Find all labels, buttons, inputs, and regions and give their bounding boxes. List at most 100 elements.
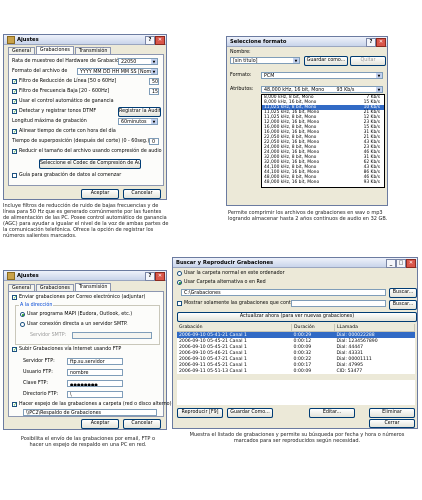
low-freq-filter-checkbox[interactable]: ✓ Filtro de Frecuencia Baja [20 - 600Hz]: [12, 89, 109, 95]
column-recording[interactable]: Grabación: [177, 324, 292, 332]
compress-checkbox[interactable]: ✓ Reducir el tamaño del archivo usando co…: [12, 149, 162, 155]
minimize-button[interactable]: _: [386, 259, 396, 268]
play-button[interactable]: Reproducir [F9]: [177, 408, 223, 418]
compress-label: Reducir el tamaño del archivo usando com…: [19, 149, 162, 154]
select-codec-button[interactable]: Seleccione el Codec de Compresión de Aud…: [39, 159, 141, 169]
radio-icon: [20, 322, 25, 327]
normal-folder-label: Usar la carpeta normal en este ordenador: [184, 271, 285, 276]
format-option-bitrate: 93 Kb/s: [363, 180, 380, 185]
file-format-select[interactable]: YYYY MM DD HH MM SS [Nombre: [77, 68, 158, 75]
caption-recordings-settings: Incluye filtros de reducción de ruido de…: [3, 203, 169, 239]
mirror-checkbox[interactable]: ✓ Hacer espejo de las grabaciones a carpe…: [12, 402, 172, 408]
attributes-select[interactable]: 48,000 kHz, 16 bit, Mono 93 Kb/s: [261, 86, 383, 93]
column-call[interactable]: LLamada: [334, 324, 415, 332]
ftp-server-label: Servidor FTP:: [23, 359, 55, 364]
column-duration[interactable]: Duración: [291, 324, 335, 332]
search-button[interactable]: Buscar...: [389, 300, 417, 310]
guide-checkbox[interactable]: Guía para grabación de datos al comenzar: [12, 173, 121, 178]
smtp-server-input[interactable]: [72, 332, 152, 339]
address-group: A la dirección Usar programa MAPI (Eudor…: [15, 303, 160, 345]
save-as-button[interactable]: Guardar Como...: [227, 408, 273, 418]
normal-folder-radio[interactable]: Usar la carpeta normal en este ordenador: [177, 271, 285, 276]
smtp-server-label: Servidor SMTP:: [30, 333, 67, 338]
folder-path-input[interactable]: C:\Grabaciones: [181, 289, 386, 296]
filter-input[interactable]: [291, 300, 386, 307]
accept-button[interactable]: Aceptar: [81, 419, 119, 429]
accept-button[interactable]: Aceptar: [81, 189, 119, 199]
checkmark-icon: ✓: [12, 347, 18, 353]
close-button[interactable]: ✕: [406, 259, 416, 268]
radio-selected-icon: [177, 280, 182, 285]
remove-button[interactable]: Quitar: [350, 56, 386, 66]
window-title: Ajustes: [17, 36, 39, 43]
window-title: Seleccione formato: [230, 38, 287, 45]
cancel-button[interactable]: Cancelar: [123, 189, 161, 199]
smtp-label: Usar conexión directa a un servidor SMTP…: [27, 322, 128, 327]
format-select[interactable]: PCM: [261, 72, 383, 79]
call-cell: CID: 53477: [336, 368, 363, 374]
ftp-user-input[interactable]: nombre: [67, 369, 123, 376]
name-label: Nombre:: [230, 50, 251, 55]
checkmark-icon: ✓: [12, 79, 18, 85]
save-as-button[interactable]: Guardar como...: [304, 56, 348, 66]
checkmark-icon: ✓: [12, 109, 18, 115]
overlap-input[interactable]: 0: [149, 138, 159, 145]
alternate-folder-radio[interactable]: Usar Carpeta alternativa o en Red: [177, 280, 266, 285]
maximize-button[interactable]: □: [396, 259, 406, 268]
max-length-select[interactable]: 60minutos: [118, 118, 158, 125]
title-bar: Buscar y Reproducir Grabaciones _ □ ✕: [173, 258, 417, 268]
ftp-directory-input[interactable]: \: [67, 391, 123, 398]
ftp-checkbox[interactable]: ✓ Subir Grabaciones vía Internet usando F…: [12, 347, 121, 353]
sample-rate-label: Rata de muestreo del Hardware de Grabaci…: [12, 59, 122, 64]
align-cut-checkbox[interactable]: ✓ Alinear tiempo de corte con hora del dí…: [12, 129, 116, 135]
settings-icon: [7, 271, 15, 280]
browse-button[interactable]: Buscar...: [389, 288, 417, 298]
alternate-folder-label: Usar Carpeta alternativa o en Red: [184, 280, 266, 285]
help-button[interactable]: ?: [366, 38, 376, 47]
line-filter-input[interactable]: 50: [149, 78, 159, 85]
email-checkbox[interactable]: ✓ Enviar grabaciones por Correo electróni…: [12, 295, 146, 301]
delete-button[interactable]: Eliminar: [369, 408, 415, 418]
table-empty-area: [177, 380, 415, 405]
name-select[interactable]: [sin título]: [230, 57, 300, 64]
close-button[interactable]: ✕: [155, 272, 165, 281]
ftp-server-input[interactable]: ftp.su.servidor: [67, 358, 123, 365]
smtp-radio[interactable]: Usar conexión directa a un servidor SMTP…: [20, 322, 128, 327]
close-button[interactable]: ✕: [376, 38, 386, 47]
transmission-panel: ✓ Enviar grabaciones por Correo electróni…: [8, 291, 171, 417]
title-bar: Ajustes ? ✕: [4, 35, 166, 45]
attributes-dropdown-list: 8,000 kHz, 8 bit, Mono 7 Kb/s 8,000 kHz, 1…: [261, 94, 385, 188]
radio-selected-icon: [20, 312, 25, 317]
edit-button[interactable]: Editar...: [309, 408, 355, 418]
align-cut-label: Alinear tiempo de corte con hora del día: [19, 129, 116, 134]
sample-rate-select[interactable]: 22050: [118, 58, 158, 65]
agc-checkbox[interactable]: ✓ Usar el control automático de ganancia: [12, 99, 114, 105]
ftp-password-label: Clave FTP:: [23, 381, 49, 386]
line-filter-checkbox[interactable]: ✓ Filtro de Reducción de Línea [50 o 60Hz…: [12, 79, 116, 85]
caption-search: Muestra el listado de grabaciones y perm…: [189, 432, 405, 444]
register-audit-button[interactable]: Registrar la Auditar: [118, 107, 161, 117]
close-window-button[interactable]: Cerrar: [369, 419, 415, 428]
select-format-window: Seleccione formato ? ✕ Nombre: [sin títu…: [226, 36, 388, 206]
mirror-path-input[interactable]: \\PC2\Respaldo de Grabaciones: [23, 409, 157, 416]
mapi-radio[interactable]: Usar programa MAPI (Eudora, Outlook, etc…: [20, 312, 132, 317]
window-title: Ajustes: [17, 272, 39, 279]
table-row[interactable]: 2006-09-11 05-51-13 Canal 1 0:00:09 CID: 5…: [177, 368, 415, 374]
refresh-button[interactable]: Actualizar ahora (para ver nuevas grabac…: [177, 312, 417, 322]
help-button[interactable]: ?: [145, 272, 155, 281]
email-label: Enviar grabaciones por Correo electrónic…: [19, 295, 146, 300]
ftp-directory-label: Directorio FTP:: [23, 392, 59, 397]
caption-format: Permite comprimir los archivos de grabac…: [228, 210, 388, 222]
close-button[interactable]: ✕: [155, 36, 165, 45]
unchecked-box-icon: [12, 173, 17, 178]
ftp-user-label: Usuario FTP:: [23, 370, 53, 375]
dtmf-label: Detectar y registrar tonos DTMF: [19, 109, 97, 114]
window-title: Buscar y Reproducir Grabaciones: [176, 259, 274, 266]
format-option[interactable]: 48,000 kHz, 16 bit, Mono 93 Kb/s: [262, 180, 384, 185]
mirror-label: Hacer espejo de las grabaciones a carpet…: [19, 402, 172, 407]
ftp-password-input[interactable]: ●●●●●●●●: [67, 380, 123, 387]
help-button[interactable]: ?: [145, 36, 155, 45]
low-freq-filter-input[interactable]: 150: [149, 88, 159, 95]
dtmf-checkbox[interactable]: ✓ Detectar y registrar tonos DTMF: [12, 109, 97, 115]
cancel-button[interactable]: Cancelar: [123, 419, 161, 429]
